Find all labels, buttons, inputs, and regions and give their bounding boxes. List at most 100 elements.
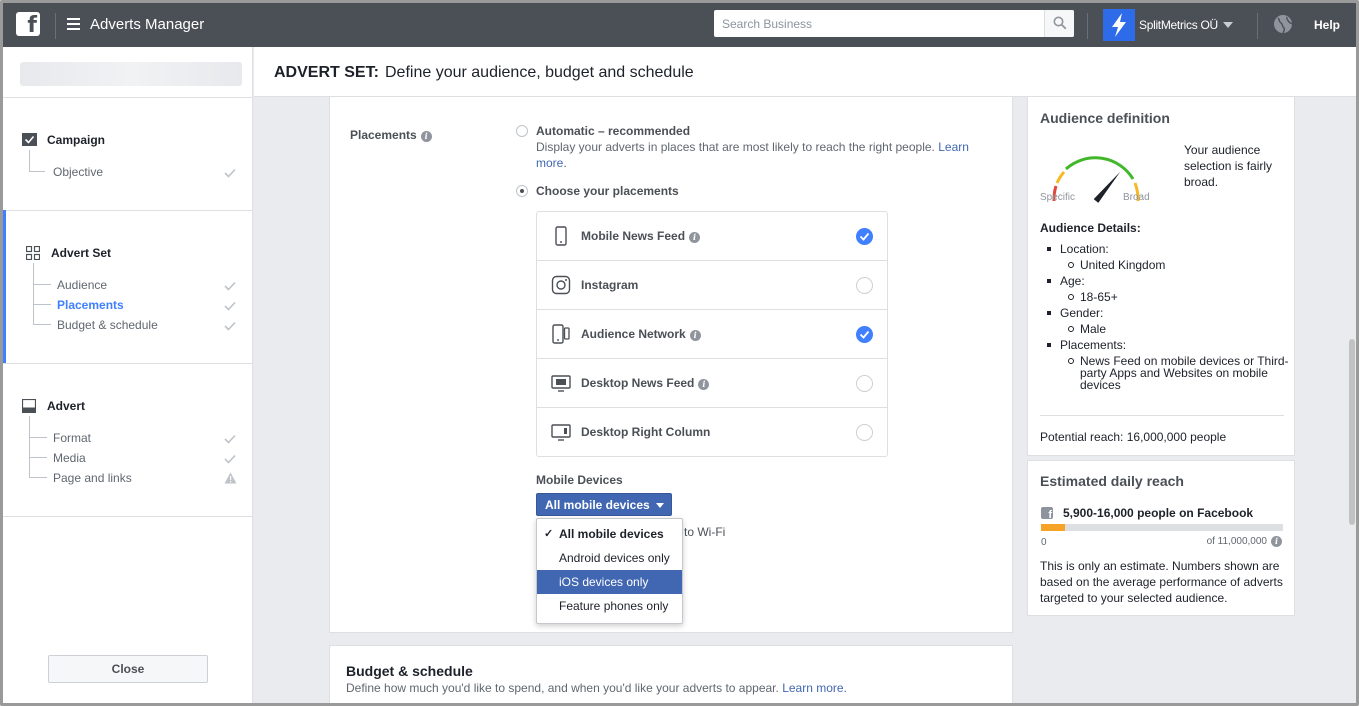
desktop-right-column-icon: [551, 424, 571, 441]
gauge-arc-green: [1065, 156, 1135, 180]
audience-details-title: Audience Details:: [1040, 221, 1141, 235]
search-business-input[interactable]: [714, 10, 1042, 37]
close-button[interactable]: Close: [48, 655, 208, 683]
placement-mobile-news-feed[interactable]: Mobile News Feed i: [537, 212, 887, 261]
topbar-divider: [55, 13, 56, 39]
account-switcher[interactable]: SplitMetrics OÜ: [1139, 18, 1233, 32]
page-header: ADVERT SET: Define your audience, budget…: [254, 47, 1356, 97]
automatic-placements-radio[interactable]: [516, 125, 528, 137]
audience-divider: [1040, 415, 1284, 416]
sidebar-item-format[interactable]: Format: [53, 431, 91, 445]
app-title[interactable]: Adverts Manager: [90, 16, 204, 33]
placements-label: Placements i: [350, 128, 432, 142]
mobile-devices-menu: ✓ All mobile devices Android devices only…: [536, 518, 683, 624]
active-section-indicator: [3, 210, 6, 363]
search-button[interactable]: [1044, 10, 1074, 37]
account-name: SplitMetrics OÜ: [1139, 18, 1218, 32]
gauge-needle: [1093, 171, 1121, 203]
placement-audience-network[interactable]: Audience Network i: [537, 310, 887, 359]
sidebar-divider: [3, 516, 253, 517]
menu-item-feature-phones-only[interactable]: Feature phones only: [537, 594, 682, 618]
sidebar-item-media[interactable]: Media: [53, 451, 86, 465]
info-icon[interactable]: i: [698, 379, 710, 390]
account-selector-placeholder[interactable]: [20, 62, 242, 86]
estimated-daily-reach-title: Estimated daily reach: [1040, 473, 1184, 489]
placement-checkbox[interactable]: [856, 228, 873, 245]
tree-line: [29, 437, 47, 438]
page-title: Define your audience, budget and schedul…: [385, 64, 694, 81]
check-icon: [224, 454, 236, 464]
reach-bar-max-text: of 11,000,000: [1206, 536, 1267, 547]
choose-placements-radio[interactable]: [516, 185, 528, 197]
info-icon[interactable]: i: [689, 232, 701, 243]
topbar-divider: [1257, 13, 1258, 39]
hamburger-menu-icon[interactable]: [67, 18, 80, 30]
sidebar-item-placements[interactable]: Placements: [57, 298, 124, 312]
sidebar-item-audience[interactable]: Audience: [57, 278, 107, 292]
splitmetrics-logo-icon[interactable]: [1103, 9, 1135, 41]
info-icon[interactable]: i: [1271, 536, 1282, 547]
menu-item-ios-devices-only[interactable]: iOS devices only: [537, 570, 682, 594]
phone-icon: [555, 226, 567, 246]
tree-line: [29, 150, 30, 171]
audience-summary: Your audience selection is fairly broad.: [1184, 143, 1273, 189]
placement-label: Mobile News Feed i: [581, 229, 701, 243]
check-icon: [859, 232, 870, 241]
estimated-daily-reach-panel: Estimated daily reach f 5,900-16,000 peo…: [1027, 460, 1295, 616]
placement-checkbox[interactable]: [856, 424, 873, 441]
tree-line: [29, 171, 45, 172]
placement-label: Instagram: [581, 278, 639, 292]
facebook-logo-icon[interactable]: f: [16, 12, 40, 38]
estimate-note: This is only an estimate. Numbers shown …: [1040, 559, 1283, 605]
choose-placements-title[interactable]: Choose your placements: [536, 184, 679, 198]
topbar-divider: [1087, 13, 1088, 39]
placement-desktop-right-column[interactable]: Desktop Right Column: [537, 408, 887, 457]
page-scrollbar[interactable]: [1349, 339, 1355, 525]
audience-definition-title: Audience definition: [1040, 110, 1170, 126]
globe-icon[interactable]: [1273, 14, 1293, 34]
check-icon: ✓: [544, 528, 554, 540]
chevron-down-icon: [1222, 22, 1233, 28]
check-icon: [224, 434, 236, 444]
detail-age-label: Age:: [1040, 273, 1290, 289]
help-link[interactable]: Help: [1314, 18, 1340, 32]
placement-checkbox[interactable]: [856, 277, 873, 294]
check-icon: [224, 168, 236, 178]
placement-label: Audience Network i: [581, 327, 701, 341]
audience-details-list: Location: United Kingdom Age: 18-65+ Gen…: [1040, 241, 1290, 393]
sidebar-item-objective[interactable]: Objective: [53, 165, 103, 179]
sidebar-section-advert-set[interactable]: Advert Set: [51, 246, 111, 260]
sidebar-section-advert[interactable]: Advert: [47, 399, 85, 413]
detail-placements-value: News Feed on mobile devices or Third-par…: [1040, 353, 1290, 393]
placement-checkbox[interactable]: [856, 375, 873, 392]
learn-more-suffix: .: [563, 156, 567, 170]
sidebar-item-budget-schedule[interactable]: Budget & schedule: [57, 318, 158, 332]
info-icon[interactable]: i: [420, 131, 432, 142]
lightning-bolt-icon: [1112, 13, 1126, 37]
sidebar-section-campaign[interactable]: Campaign: [47, 133, 105, 147]
detail-location-value: United Kingdom: [1040, 257, 1290, 273]
sidebar-item-page-and-links[interactable]: Page and links: [53, 471, 132, 485]
placement-instagram[interactable]: Instagram: [537, 261, 887, 310]
placement-desktop-news-feed[interactable]: Desktop News Feed i: [537, 359, 887, 408]
gauge-arc-yellow: [1055, 171, 1066, 184]
menu-item-all-mobile-devices[interactable]: ✓ All mobile devices: [537, 522, 682, 546]
menu-item-android-devices-only[interactable]: Android devices only: [537, 546, 682, 570]
menu-item-label: Android devices only: [559, 551, 670, 565]
detail-gender-label: Gender:: [1040, 305, 1290, 321]
tree-line: [33, 263, 34, 324]
placements-list: Mobile News Feed i Instagram Audience Net…: [536, 211, 888, 457]
app-frame: f Adverts Manager SplitMetrics OÜ Help: [0, 0, 1359, 706]
tree-line: [33, 304, 51, 305]
learn-more-link[interactable]: Learn more.: [782, 681, 847, 695]
placement-checkbox[interactable]: [856, 326, 873, 343]
info-icon[interactable]: i: [689, 330, 701, 341]
menu-item-label: All mobile devices: [559, 527, 664, 541]
mobile-devices-dropdown-button[interactable]: All mobile devices: [536, 493, 672, 516]
tree-line: [29, 477, 47, 478]
page-title-prefix: ADVERT SET:: [274, 64, 379, 81]
automatic-placements-title[interactable]: Automatic – recommended: [536, 124, 690, 138]
reach-bar-fill: [1041, 524, 1066, 531]
sidebar: Campaign Objective Advert Set Audience P…: [3, 47, 253, 703]
advert-set-grid-icon: [26, 246, 40, 260]
